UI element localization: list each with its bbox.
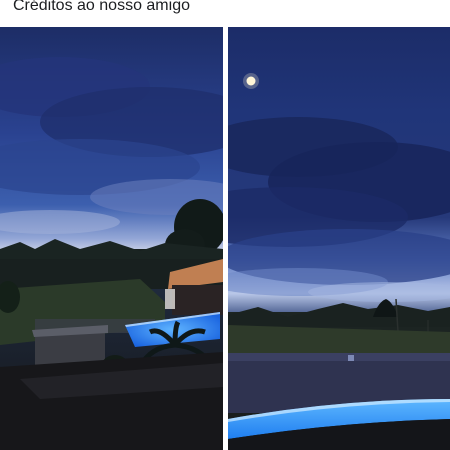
moon-pool-photo: [228, 27, 450, 450]
post-caption: Créditos ao nosso amigo: [13, 0, 190, 14]
evening-pool-photo: [0, 27, 223, 450]
photo-left[interactable]: [0, 27, 223, 450]
photo-right[interactable]: [228, 27, 450, 450]
